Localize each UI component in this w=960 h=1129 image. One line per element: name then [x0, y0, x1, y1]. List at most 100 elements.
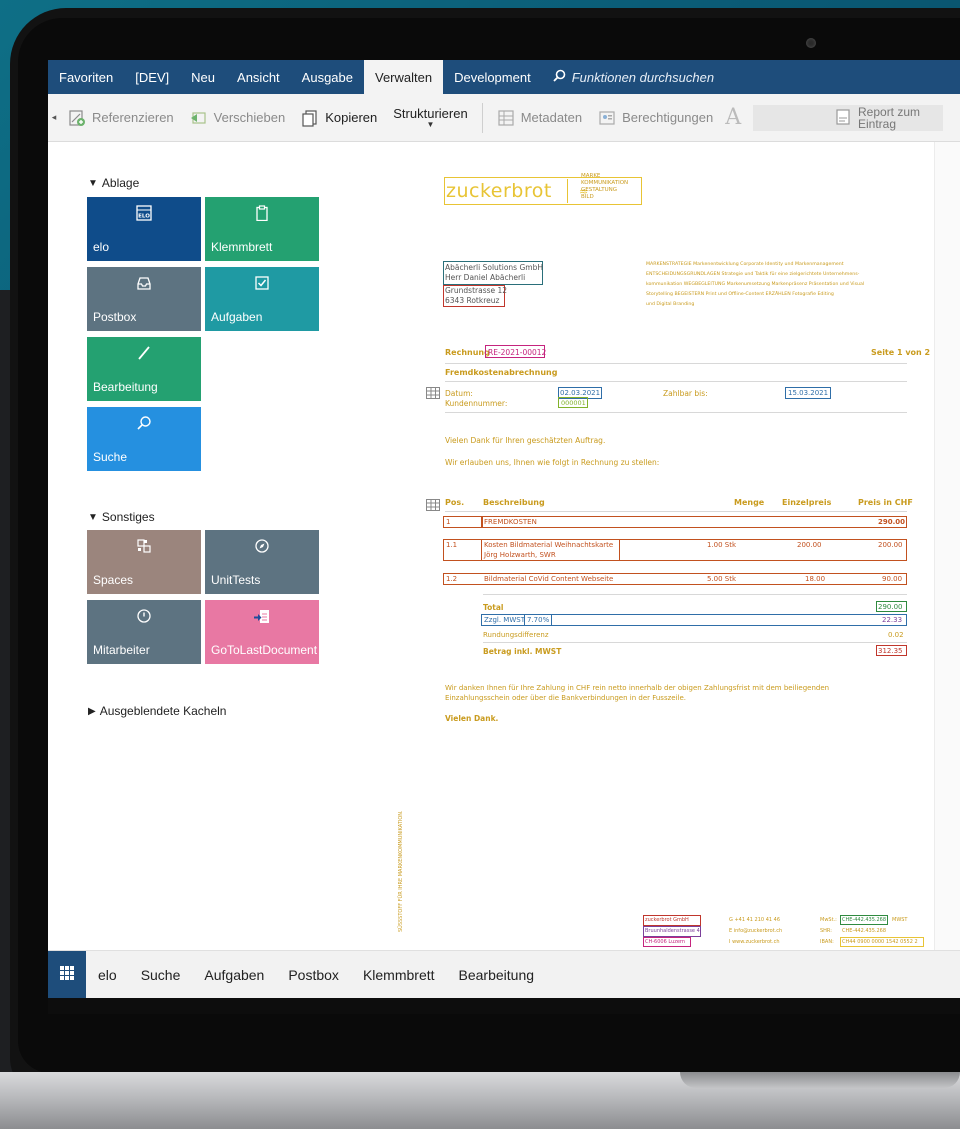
search-icon [553, 69, 566, 85]
zahlbar-value: 15.03.2021 [788, 389, 829, 397]
font-icon: A [725, 105, 742, 130]
grid-icon [59, 965, 75, 984]
metadaten-button[interactable]: Metadaten [489, 94, 590, 142]
dank-text-1: Vielen Dank für Ihren geschätzten Auftra… [445, 436, 606, 445]
verschieben-button[interactable]: Verschieben [182, 94, 294, 142]
menu-verwalten[interactable]: Verwalten [364, 60, 444, 94]
tile-aufgaben-label: Aufgaben [211, 310, 263, 324]
divider [445, 511, 907, 512]
table-icon[interactable] [426, 496, 440, 515]
table-icon[interactable] [426, 384, 440, 403]
report-label: Report zum Eintrag [858, 106, 920, 130]
mwst-label: Zzgl. MWST [484, 616, 525, 624]
inbox-icon [87, 275, 201, 291]
zahlbar-label: Zahlbar bis: [663, 389, 708, 398]
section-ablage-label: Ablage [101, 176, 140, 190]
referenzieren-button[interactable]: Referenzieren [60, 94, 182, 142]
menu-bar: Favoriten [DEV] Neu Ansicht Ausgabe Verw… [48, 60, 960, 94]
row1-desc: FREMDKOSTEN [484, 518, 537, 526]
company-logo: zuckerbrot [446, 180, 552, 202]
app-grid-button[interactable] [48, 950, 86, 999]
function-search[interactable]: Funktionen durchsuchen [542, 60, 725, 94]
berechtigungen-button[interactable]: Berechtigungen [590, 94, 721, 142]
section-ausgeblendete-kacheln[interactable]: ▶ Ausgeblendete Kacheln [88, 704, 226, 718]
divider [445, 363, 907, 364]
svg-text:ELO: ELO [138, 214, 150, 220]
menu-ansicht[interactable]: Ansicht [226, 60, 291, 94]
collapse-left-icon[interactable]: ◂ [48, 112, 60, 123]
tile-bearbeitung-label: Bearbeitung [93, 380, 158, 394]
webcam [806, 38, 816, 48]
move-icon [190, 109, 208, 127]
kundennr-value: 000001 [561, 399, 586, 407]
tile-gotolastdocument[interactable]: GoToLastDocument [205, 600, 319, 664]
footer-company-3: CH-6006 Luzern [645, 939, 686, 945]
report-label-line2: Eintrag [858, 117, 897, 131]
section-sonstiges-label: Sonstiges [101, 510, 155, 524]
bottom-taskbar: elo Suche Aufgaben Postbox Klemmbrett Be… [48, 950, 960, 999]
ribbon-toolbar: ◂ Referenzieren Verschieben Kopieren Str… [48, 94, 960, 142]
col-pos: Pos. [445, 498, 465, 507]
row1-preis: 290.00 [878, 518, 906, 526]
tile-panel: ▼ Ablage ELO elo Klemmbrett Postbox Aufg… [48, 142, 384, 950]
chevron-down-icon: ▼ [426, 120, 435, 129]
row11-menge: 1.00 Stk [707, 541, 737, 549]
metadaten-label: Metadaten [520, 110, 583, 125]
menu-dev[interactable]: [DEV] [124, 60, 180, 94]
kundennr-label: Kundennummer: [445, 399, 508, 408]
taskbar-postbox[interactable]: Postbox [276, 967, 351, 983]
taskbar-elo[interactable]: elo [86, 967, 129, 983]
screen-bezel-bottom [48, 998, 960, 1014]
zahlung-text-2: Einzahlungsschein oder über die Bankverb… [445, 694, 687, 702]
menu-ausgabe[interactable]: Ausgabe [291, 60, 364, 94]
kopieren-button[interactable]: Kopieren [293, 94, 385, 142]
logo-divider [567, 179, 568, 203]
tile-mitarbeiter[interactable]: Mitarbeiter [87, 600, 201, 664]
logo-tagline-3: GESTALTUNG [581, 187, 617, 193]
rechnung-nr: RE-2021-00012 [488, 348, 547, 357]
col-menge: Menge [734, 498, 765, 507]
col-beschreibung: Beschreibung [483, 498, 545, 507]
clock-icon [87, 608, 201, 624]
chevron-right-icon: ▶ [88, 705, 96, 717]
checkbox-icon [205, 275, 319, 291]
tile-klemmbrett[interactable]: Klemmbrett [205, 197, 319, 261]
tile-elo[interactable]: ELO elo [87, 197, 201, 261]
row12-desc: Bildmaterial CoVid Content Webseite [484, 575, 614, 583]
tile-suche[interactable]: Suche [87, 407, 201, 471]
row11-einzel: 200.00 [797, 541, 822, 549]
menu-neu[interactable]: Neu [180, 60, 226, 94]
strukturieren-dropdown[interactable]: Strukturieren ▼ [385, 94, 475, 142]
logo-tagline-2: KOMMUNIKATION [581, 180, 629, 186]
tile-spaces[interactable]: Spaces [87, 530, 201, 594]
datum-label: Datum: [445, 389, 473, 398]
footer-shr-label: SHR: [820, 928, 832, 934]
tile-postbox[interactable]: Postbox [87, 267, 201, 331]
menu-development[interactable]: Development [443, 60, 542, 94]
permissions-icon [598, 109, 616, 127]
right-panel[interactable] [934, 142, 960, 950]
footer-contact-1: G +41 41 210 41 46 [729, 917, 781, 923]
reference-icon [68, 109, 86, 127]
taskbar-suche[interactable]: Suche [129, 967, 193, 983]
vertical-slogan: SÜSSSTOFF FÜR IHRE MARKENKOMMUNIKATION. [398, 810, 404, 932]
tile-aufgaben[interactable]: Aufgaben [205, 267, 319, 331]
compass-icon [205, 538, 319, 554]
fremdkosten-title: Fremdkostenabrechnung [445, 368, 558, 377]
report-zum-eintrag-button[interactable]: Report zum Eintrag [834, 94, 920, 142]
zahlung-text-1: Wir danken Ihnen für Ihre Zahlung in CHF… [445, 684, 830, 692]
section-sonstiges[interactable]: ▼ Sonstiges [88, 510, 155, 524]
clipboard-icon [205, 205, 319, 221]
taskbar-bearbeitung[interactable]: Bearbeitung [447, 967, 547, 983]
divider [483, 594, 907, 595]
section-ablage[interactable]: ▼ Ablage [88, 176, 139, 190]
mwst-rate: 7.70% [527, 616, 550, 624]
tile-unittests[interactable]: UnitTests [205, 530, 319, 594]
font-button[interactable]: A [721, 94, 745, 142]
menu-favoriten[interactable]: Favoriten [48, 60, 124, 94]
taskbar-klemmbrett[interactable]: Klemmbrett [351, 967, 447, 983]
taskbar-aufgaben[interactable]: Aufgaben [192, 967, 276, 983]
footer-company-1: zuckerbrot GmbH [645, 917, 689, 923]
footer-mwst-label: MwSt.: [820, 917, 837, 923]
tile-bearbeitung[interactable]: Bearbeitung [87, 337, 201, 401]
